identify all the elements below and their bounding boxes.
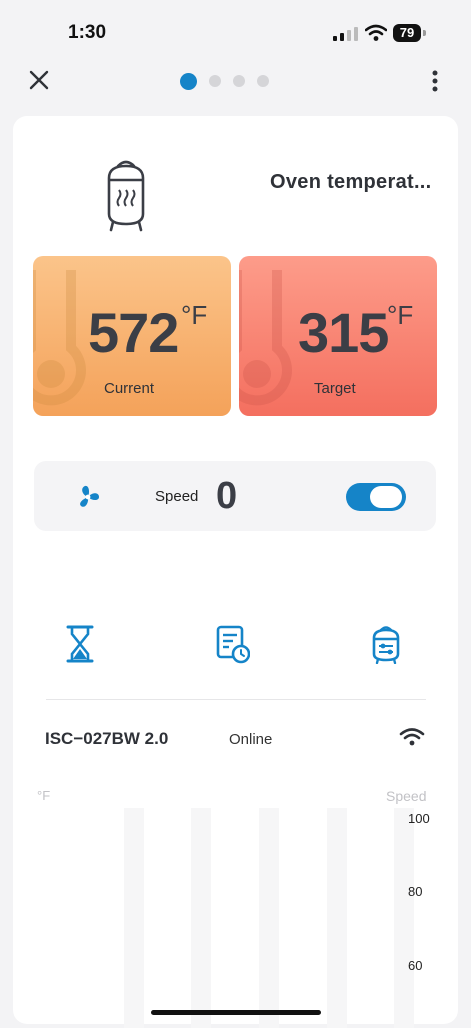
signal-icon [333,27,358,41]
home-indicator [151,1010,321,1015]
page-dot-1[interactable] [180,72,197,90]
current-temp-unit: °F [181,300,208,330]
current-temp-label: Current [104,380,155,397]
fan-toggle[interactable] [346,483,406,511]
page-dot-3[interactable] [233,75,245,87]
target-temp-unit: °F [387,300,414,330]
chart-column [191,808,211,1028]
chart-column [394,808,414,1028]
right-tick-label: 60 [408,958,423,973]
device-card: Oven temperat... 572 °F Current 315 °F T… [13,116,458,1028]
current-temp-tile[interactable]: 572 °F Current [33,256,231,416]
device-status: Online [229,731,273,748]
page-dot-2[interactable] [209,75,221,87]
right-tick-label: 100 [408,811,430,826]
speed-label: Speed [155,488,199,505]
right-tick-label: 80 [408,884,423,899]
status-time: 1:30 [68,22,107,43]
page-dot-4[interactable] [257,75,269,87]
battery-level: 79 [393,24,421,42]
oven-title: Oven temperat... [270,171,432,193]
target-temp-label: Target [314,380,356,397]
fan-icon [80,485,99,507]
wifi-status-icon [365,24,387,41]
chart-column [327,808,347,1028]
current-temp-value: 572 [88,301,179,364]
chart-column [124,808,144,1028]
target-temp-tile[interactable]: 315 °F Target [239,256,437,416]
speed-value: 0 [216,475,238,517]
fan-control: Speed 0 [34,461,436,531]
hourglass-icon[interactable] [63,624,97,664]
status-bar: 1:30 79 [0,0,471,60]
chart-column [259,808,279,1028]
device-name: ISC−027BW 2.0 [45,729,169,748]
toggle-knob [370,486,402,508]
page-indicator [180,72,269,90]
close-button[interactable] [24,65,54,95]
divider [46,699,426,700]
chart-left-axis-label: °F [37,788,51,803]
more-icon[interactable] [425,68,445,94]
wifi-icon [399,728,425,746]
schedule-icon[interactable] [216,624,250,664]
smoker-settings-icon[interactable] [369,624,403,664]
chart-right-axis-label: Speed [386,788,427,804]
target-temp-value: 315 [298,301,389,364]
smoker-icon [107,160,145,232]
battery-indicator: 79 [393,24,427,42]
